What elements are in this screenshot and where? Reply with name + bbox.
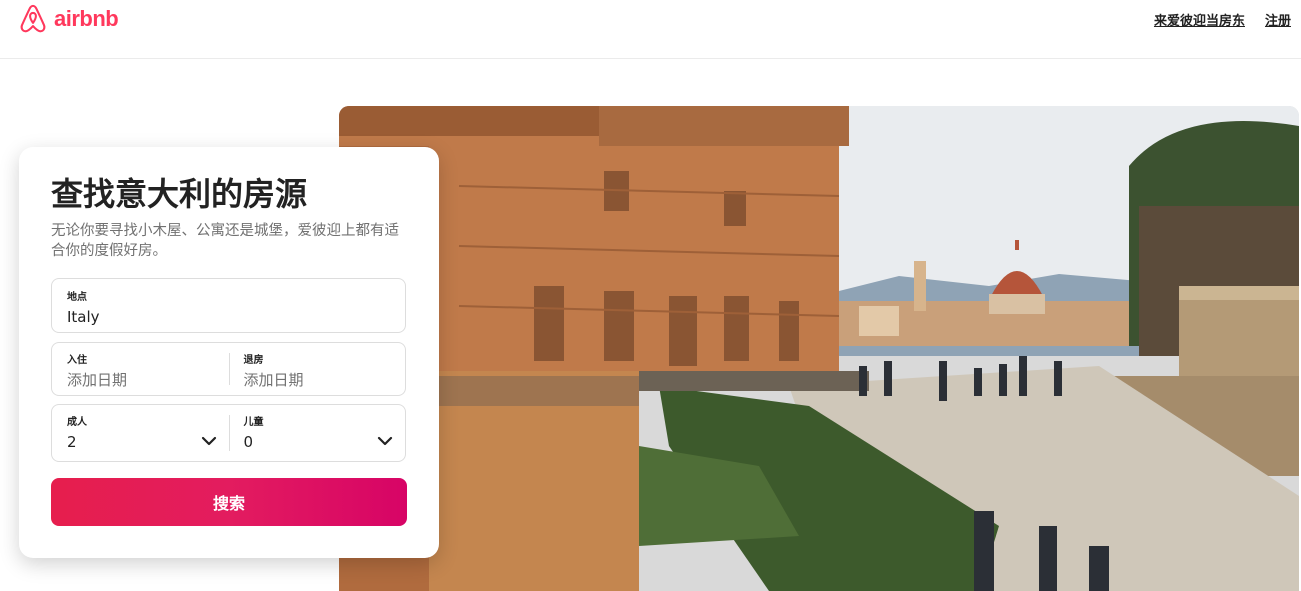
search-card: 查找意大利的房源 无论你要寻找小木屋、公寓还是城堡，爱彼迎上都有适合你的度假好房…	[19, 147, 439, 558]
checkout-input[interactable]: 添加日期	[244, 370, 391, 390]
location-label: 地点	[67, 292, 87, 303]
adults-label: 成人	[67, 417, 87, 428]
hero-image	[339, 106, 1299, 591]
checkin-field[interactable]: 入住 添加日期	[52, 343, 229, 395]
adults-value: 2	[67, 433, 77, 451]
chevron-down-icon	[201, 436, 216, 446]
children-select[interactable]: 儿童 0	[228, 405, 406, 461]
checkin-label: 入住	[67, 355, 87, 366]
checkout-field[interactable]: 退房 添加日期	[228, 343, 406, 395]
search-button[interactable]: 搜索	[51, 478, 407, 526]
date-fields: 入住 添加日期 退房 添加日期	[51, 342, 406, 396]
header-links: 来爱彼迎当房东 注册	[1154, 10, 1291, 29]
airbnb-logo-icon	[20, 4, 46, 33]
airbnb-logo-text: airbnb	[54, 6, 119, 31]
children-label: 儿童	[243, 417, 264, 428]
children-value: 0	[243, 433, 254, 451]
card-subtitle: 无论你要寻找小木屋、公寓还是城堡，爱彼迎上都有适合你的度假好房。	[51, 223, 399, 259]
guest-fields: 成人 2 儿童 0	[51, 404, 406, 462]
become-host-link[interactable]: 来爱彼迎当房东	[1154, 10, 1245, 29]
location-field[interactable]: 地点 Italy	[51, 278, 406, 333]
location-input[interactable]: Italy	[67, 307, 390, 327]
adults-select[interactable]: 成人 2	[52, 405, 229, 461]
checkout-label: 退房	[243, 355, 264, 366]
top-header: airbnb 来爱彼迎当房东 注册	[0, 0, 1301, 59]
checkin-input[interactable]: 添加日期	[67, 370, 214, 390]
airbnb-logo[interactable]: airbnb	[18, 2, 119, 36]
signup-link[interactable]: 注册	[1265, 10, 1291, 29]
card-title: 查找意大利的房源	[51, 175, 308, 213]
chevron-down-icon	[377, 436, 393, 446]
